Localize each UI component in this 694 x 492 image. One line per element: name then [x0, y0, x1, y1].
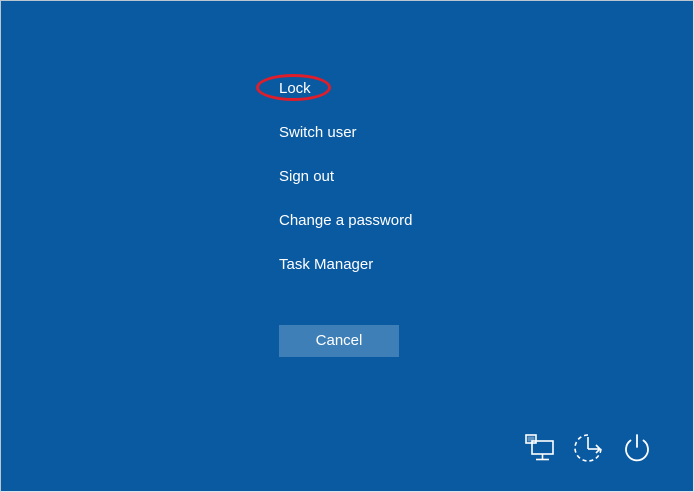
network-icon[interactable]	[523, 431, 557, 465]
sign-out-option[interactable]: Sign out	[279, 168, 334, 186]
switch-user-option[interactable]: Switch user	[279, 124, 357, 142]
power-icon[interactable]	[620, 431, 654, 465]
lock-option[interactable]: Lock	[279, 80, 311, 98]
change-password-option[interactable]: Change a password	[279, 212, 412, 230]
task-manager-option[interactable]: Task Manager	[279, 256, 373, 274]
ease-of-access-icon[interactable]	[571, 431, 605, 465]
security-options-screen: Lock Switch user Sign out Change a passw…	[0, 0, 694, 492]
cancel-button[interactable]: Cancel	[279, 325, 399, 357]
